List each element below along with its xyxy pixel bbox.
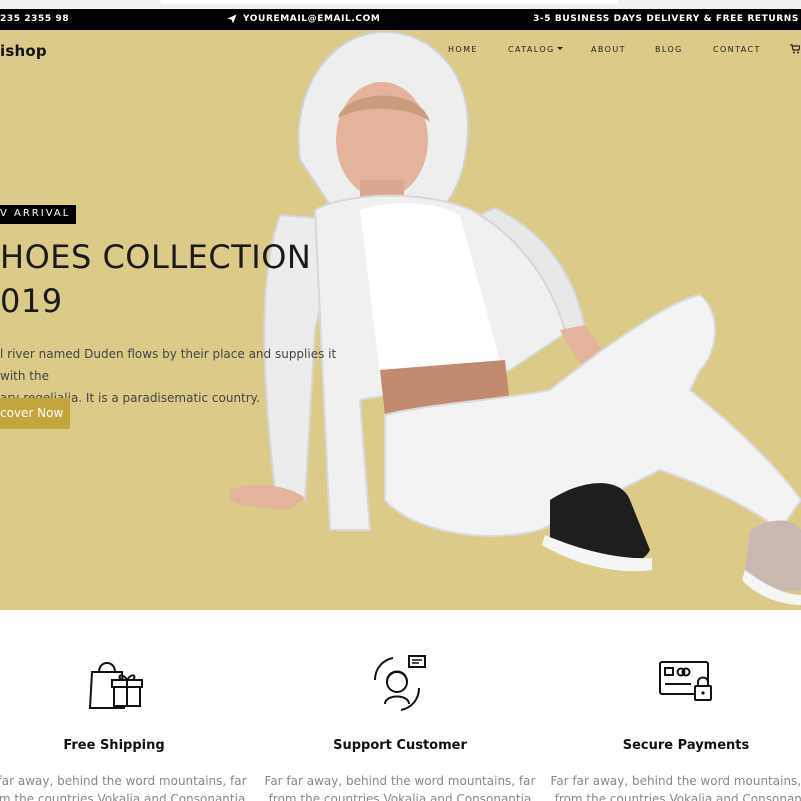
feature-text-line: ar far away, behind the word mountains, …	[0, 774, 247, 788]
chevron-down-icon	[556, 47, 563, 50]
hero-headline-line2: 019	[0, 282, 63, 320]
feature-text-support-customer: Far far away, behind the word mountains,…	[257, 772, 543, 801]
browser-address-bar-edge	[160, 0, 618, 4]
email-contact[interactable]: YOUREMAIL@EMAIL.COM	[227, 14, 380, 24]
credit-card-lock-icon	[659, 661, 712, 701]
nav-blog[interactable]: BLOG	[655, 45, 683, 54]
feature-title-free-shipping: Free Shipping	[63, 738, 165, 753]
new-arrival-badge: V ARRIVAL	[0, 205, 77, 224]
feature-title-secure-payments: Secure Payments	[622, 738, 750, 753]
nav-about[interactable]: ABOUT	[591, 45, 626, 54]
delivery-notice: 3-5 BUSINESS DAYS DELIVERY & FREE RETURN…	[533, 14, 799, 24]
discover-now-button[interactable]: cover Now	[0, 398, 70, 429]
nav-home[interactable]: HOME	[448, 45, 478, 54]
feature-text-line: Far far away, behind the word mountains,…	[550, 774, 801, 788]
nav-contact[interactable]: CONTACT	[713, 45, 761, 54]
features-section: Free Shipping ar far away, behind the wo…	[0, 610, 801, 801]
hero-description-line1: l river named Duden flows by their place…	[0, 347, 337, 383]
cart-icon[interactable]	[790, 44, 801, 56]
hero-banner: ishop HOME CATALOG ABOUT BLOG CONTACT V …	[0, 30, 801, 610]
phone-number[interactable]: 235 2355 98	[0, 14, 69, 24]
nav-catalog-label: CATALOG	[508, 45, 555, 54]
paper-plane-icon	[227, 14, 237, 24]
feature-title-support-customer: Support Customer	[333, 738, 467, 753]
hero-headline: HOES COLLECTION 019	[0, 235, 311, 323]
nav-catalog[interactable]: CATALOG	[508, 45, 563, 54]
email-address: YOUREMAIL@EMAIL.COM	[243, 14, 381, 24]
main-navigation: HOME CATALOG ABOUT BLOG CONTACT	[0, 44, 801, 57]
top-info-bar: 235 2355 98 YOUREMAIL@EMAIL.COM 3-5 BUSI…	[0, 9, 801, 30]
feature-text-line: Far far away, behind the word mountains,…	[264, 774, 536, 788]
feature-text-free-shipping: ar far away, behind the word mountains, …	[0, 772, 257, 801]
feature-text-line: from the countries Vokalia and Consonant…	[0, 792, 246, 801]
hero-headline-line1: HOES COLLECTION	[0, 238, 312, 276]
feature-text-line: from the countries Vokalia and Consonant…	[554, 792, 801, 801]
customer-support-icon	[374, 655, 426, 711]
feature-text-line: from the countries Vokalia and Consonant…	[268, 792, 532, 801]
shopping-bag-gift-icon	[88, 662, 143, 709]
feature-text-secure-payments: Far far away, behind the word mountains,…	[543, 772, 801, 801]
browser-chrome-strip	[0, 0, 801, 9]
